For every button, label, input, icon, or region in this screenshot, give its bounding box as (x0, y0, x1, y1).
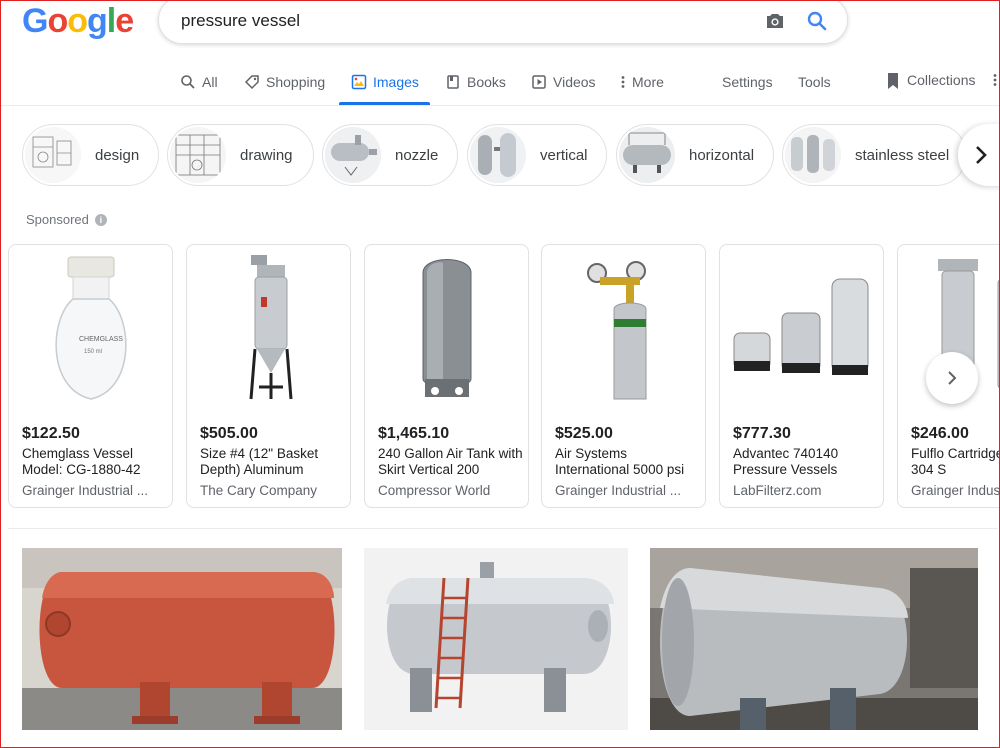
product-card[interactable]: $777.30 Advantec 740140 Pressure Vessels… (719, 244, 884, 508)
product-card[interactable]: $505.00 Size #4 (12" Basket Depth) Alumi… (186, 244, 351, 508)
collections-label: Collections (907, 72, 976, 88)
tools-link[interactable]: Tools (798, 72, 831, 92)
tab-books[interactable]: Books (445, 72, 506, 92)
product-title: Chemglass Vessel Model: CG-1880-42 (22, 446, 141, 477)
tab-label: All (202, 74, 218, 90)
tab-shopping[interactable]: Shopping (244, 72, 325, 92)
chip-thumbnail (619, 127, 675, 183)
chip-label: drawing (240, 146, 293, 164)
product-price: $525.00 (555, 425, 613, 442)
tab-videos[interactable]: Videos (531, 72, 596, 92)
chip-label: horizontal (689, 146, 755, 164)
chip-horizontal[interactable]: horizontal (616, 124, 774, 186)
chip-drawing[interactable]: drawing (167, 124, 314, 186)
tag-icon (244, 74, 260, 90)
chevron-right-icon (976, 146, 987, 164)
product-seller: Grainger Indus (911, 483, 1000, 498)
product-title: 240 Gallon Air Tank with Skirt Vertical … (378, 446, 523, 477)
product-price: $246.00 (911, 425, 969, 442)
image-result[interactable] (650, 548, 978, 730)
svg-text:150 ml: 150 ml (84, 349, 102, 355)
chips-next-button[interactable] (958, 124, 1000, 186)
chip-thumbnail (785, 127, 841, 183)
product-card[interactable]: CHEMGLASS 150 ml $122.50 Chemglass Vesse… (8, 244, 173, 508)
tab-label: Videos (553, 74, 596, 90)
tab-label: Books (467, 74, 506, 90)
image-icon (351, 74, 367, 90)
image-result[interactable] (22, 548, 342, 730)
settings-link[interactable]: Settings (722, 72, 773, 92)
chip-vertical[interactable]: vertical (467, 124, 607, 186)
image-result[interactable] (364, 548, 628, 730)
product-seller: Grainger Industrial ... (22, 483, 149, 498)
product-title: Air Systems International 5000 psi (555, 446, 685, 477)
product-price: $1,465.10 (378, 425, 450, 442)
product-card[interactable]: $525.00 Air Systems International 5000 p… (541, 244, 706, 508)
search-input[interactable] (181, 9, 741, 33)
chip-stainless-steel[interactable]: stainless steel (782, 124, 967, 186)
sponsored-label: Sponsored i (26, 212, 107, 227)
info-icon[interactable]: i (94, 213, 107, 226)
product-card[interactable]: $1,465.10 240 Gallon Air Tank with Skirt… (364, 244, 529, 508)
product-image (249, 255, 293, 400)
product-title: Advantec 740140 Pressure Vessels (733, 446, 839, 477)
more-options-icon[interactable] (992, 70, 998, 90)
chip-thumbnail (170, 127, 226, 183)
product-image (733, 278, 869, 375)
chip-thumbnail (325, 127, 381, 183)
chevron-right-icon (948, 371, 957, 385)
search-icon (180, 74, 196, 90)
product-seller: LabFilterz.com (733, 483, 822, 498)
chip-label: design (95, 146, 140, 164)
tab-more[interactable]: More (620, 72, 664, 92)
tab-label: More (632, 74, 664, 90)
products-next-button[interactable] (926, 352, 978, 404)
chip-label: stainless steel (855, 146, 950, 164)
product-image (587, 261, 647, 400)
dots-vertical-icon (620, 74, 626, 90)
tab-images[interactable]: Images (351, 72, 419, 92)
product-seller: The Cary Company (200, 483, 318, 498)
svg-text:CHEMGLASS: CHEMGLASS (79, 336, 123, 343)
tab-bar: All Shopping Images Books Videos More Se… (0, 60, 1000, 106)
camera-icon[interactable] (763, 9, 787, 33)
collections-link[interactable]: Collections (885, 70, 975, 90)
product-price: $122.50 (22, 425, 80, 442)
product-title: Size #4 (12" Basket Depth) Aluminum (200, 446, 319, 477)
chip-thumbnail (25, 127, 81, 183)
play-icon (531, 74, 547, 90)
product-seller: Compressor World (378, 483, 491, 498)
active-tab-indicator (339, 102, 430, 105)
bookmark-icon (885, 72, 901, 89)
product-seller: Grainger Industrial ... (555, 483, 682, 498)
book-icon (445, 74, 461, 90)
product-image (422, 259, 472, 397)
sponsored-text: Sponsored (26, 212, 89, 227)
product-image: CHEMGLASS 150 ml (55, 256, 127, 400)
product-price: $777.30 (733, 425, 791, 442)
chip-label: vertical (540, 146, 588, 164)
chip-nozzle[interactable]: nozzle (322, 124, 458, 186)
chip-label: nozzle (395, 146, 439, 164)
search-icon[interactable] (805, 9, 829, 33)
chip-thumbnail (470, 127, 526, 183)
product-title: Fulflo Cartridge Vessel, 304 S (911, 446, 1000, 477)
product-price: $505.00 (200, 425, 258, 442)
tab-label: Images (373, 74, 419, 90)
tab-label: Shopping (266, 74, 326, 90)
section-divider (8, 528, 998, 529)
tab-all[interactable]: All (180, 72, 218, 92)
google-logo[interactable]: Google (22, 2, 134, 41)
search-box (158, 0, 848, 44)
chip-design[interactable]: design (22, 124, 159, 186)
